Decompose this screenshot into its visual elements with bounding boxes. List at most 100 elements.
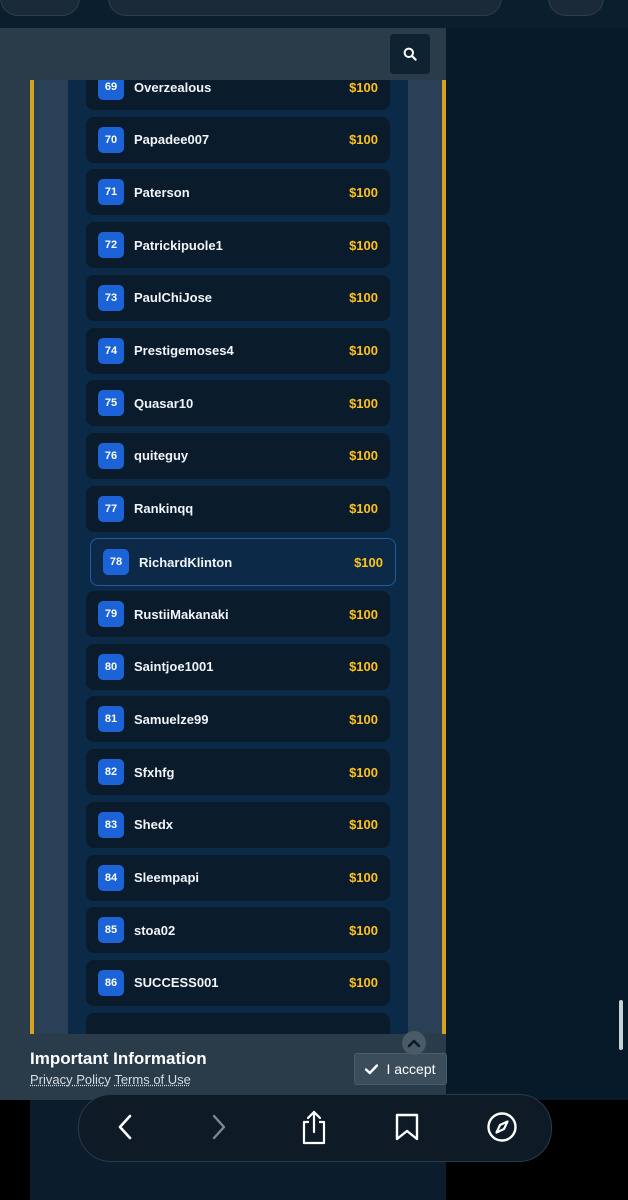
rank-badge: 71 (98, 179, 124, 206)
table-row[interactable]: 70 Papadee007 $100 (86, 116, 390, 163)
prize-amount: $100 (349, 501, 378, 517)
share-icon (302, 1110, 326, 1145)
search-icon (403, 47, 417, 61)
tabs-button[interactable] (485, 1110, 519, 1144)
table-row[interactable]: 72 Patrickipuole1 $100 (86, 222, 390, 269)
username: Saintjoe1001 (134, 659, 214, 675)
prize-amount: $100 (349, 817, 378, 833)
accept-button[interactable]: I accept (354, 1053, 447, 1085)
left-margin (0, 0, 30, 1200)
prize-amount: $100 (349, 764, 378, 780)
forward-button[interactable] (202, 1110, 236, 1144)
privacy-policy-link[interactable]: Privacy Policy (30, 1072, 111, 1087)
rank-badge: 80 (98, 653, 124, 680)
username: SUCCESS001 (134, 975, 219, 991)
bookmarks-button[interactable] (390, 1110, 424, 1144)
table-row[interactable]: 77 Rankinqq $100 (86, 485, 390, 532)
table-row[interactable]: 74 Prestigemoses4 $100 (86, 327, 390, 374)
rank-badge: 82 (98, 759, 124, 786)
username: Rankinqq (134, 501, 194, 517)
table-row[interactable]: 84 Sleempapi $100 (86, 854, 390, 901)
share-button[interactable] (297, 1110, 331, 1145)
panel-border-left (34, 0, 68, 1135)
rank-badge: 79 (98, 601, 124, 627)
username: stoa02 (134, 922, 176, 938)
terms-of-use-link[interactable]: Terms of Use (114, 1072, 191, 1087)
compass-icon (487, 1112, 517, 1142)
info-banner-title: Important Information (30, 1049, 207, 1068)
username: quiteguy (134, 448, 189, 464)
rank-badge: 83 (98, 811, 124, 838)
table-row[interactable]: 83 Shedx $100 (86, 801, 390, 848)
rank-badge: 84 (98, 864, 124, 891)
gold-edge-left (30, 0, 34, 1135)
table-row[interactable]: 82 Sfxhfg $100 (86, 749, 390, 796)
table-row[interactable]: 85 stoa02 $100 (86, 907, 390, 954)
username: Shedx (134, 817, 174, 833)
rank-badge: 73 (98, 284, 124, 311)
username: Sleempapi (134, 870, 200, 885)
address-bar[interactable] (108, 0, 502, 16)
search-button[interactable] (390, 34, 430, 74)
rank-badge: 78 (103, 549, 129, 576)
table-row[interactable]: 86 SUCCESS001 $100 (86, 959, 390, 1006)
username: PaulChiJose (134, 290, 213, 306)
scroll-to-top-button[interactable] (402, 1031, 426, 1055)
table-row[interactable]: 80 Saintjoe1001 $100 (86, 643, 390, 690)
chevron-up-icon (407, 1039, 421, 1048)
prize-amount: $100 (349, 395, 378, 411)
username: Prestigemoses4 (134, 343, 234, 358)
back-icon (118, 1114, 132, 1140)
table-row-current-user[interactable]: 78 RichardKlinton $100 (90, 538, 396, 587)
username: Overzealous (134, 79, 212, 95)
username: RichardKlinton (139, 554, 233, 570)
prize-amount: $100 (349, 606, 378, 622)
rank-badge: 86 (98, 969, 124, 996)
right-margin (446, 0, 628, 1100)
prize-amount: $100 (349, 922, 378, 938)
top-left-button[interactable] (0, 0, 80, 16)
username: RustiiMakanaki (134, 606, 229, 622)
table-row[interactable]: 71 Paterson $100 (86, 169, 390, 216)
forward-icon (212, 1114, 226, 1140)
rank-badge: 70 (98, 126, 124, 153)
info-banner-links: Privacy Policy Terms of Use (30, 1072, 191, 1087)
bookmark-icon (395, 1113, 419, 1141)
table-row[interactable]: 81 Samuelze99 $100 (86, 696, 390, 743)
username: Sfxhfg (134, 764, 175, 780)
prize-amount: $100 (354, 554, 383, 570)
rank-badge: 77 (98, 495, 124, 522)
back-button[interactable] (108, 1110, 142, 1144)
rank-badge: 74 (98, 337, 124, 364)
prize-amount: $100 (349, 132, 378, 148)
rank-badge: 81 (98, 706, 124, 733)
username: Paterson (134, 184, 190, 200)
prize-amount: $100 (349, 711, 378, 727)
prize-amount: $100 (349, 237, 378, 253)
checkmark-icon (365, 1063, 379, 1074)
table-row[interactable]: 73 PaulChiJose $100 (86, 274, 390, 321)
table-row[interactable]: 76 quiteguy $100 (86, 432, 390, 479)
table-row[interactable]: 79 RustiiMakanaki $100 (86, 591, 390, 637)
prize-amount: $100 (349, 290, 378, 306)
rank-badge: 75 (98, 390, 124, 417)
username: Papadee007 (134, 132, 210, 148)
prize-amount: $100 (349, 448, 378, 464)
site-header (30, 28, 446, 80)
prize-amount: $100 (349, 79, 378, 95)
prize-amount: $100 (349, 870, 378, 885)
prize-amount: $100 (349, 659, 378, 675)
accept-button-label: I accept (386, 1061, 436, 1077)
prize-amount: $100 (349, 343, 378, 358)
panel-border-right (408, 0, 442, 1135)
rank-badge: 72 (98, 232, 124, 259)
table-row[interactable]: 75 Quasar10 $100 (86, 380, 390, 427)
rank-badge: 85 (98, 917, 124, 944)
username: Patrickipuole1 (134, 237, 223, 253)
prize-amount: $100 (349, 975, 378, 991)
username: Quasar10 (134, 395, 194, 411)
page-scrollbar[interactable] (619, 1000, 623, 1050)
username: Samuelze99 (134, 711, 209, 727)
rank-badge: 76 (98, 442, 124, 469)
prize-amount: $100 (349, 184, 378, 200)
